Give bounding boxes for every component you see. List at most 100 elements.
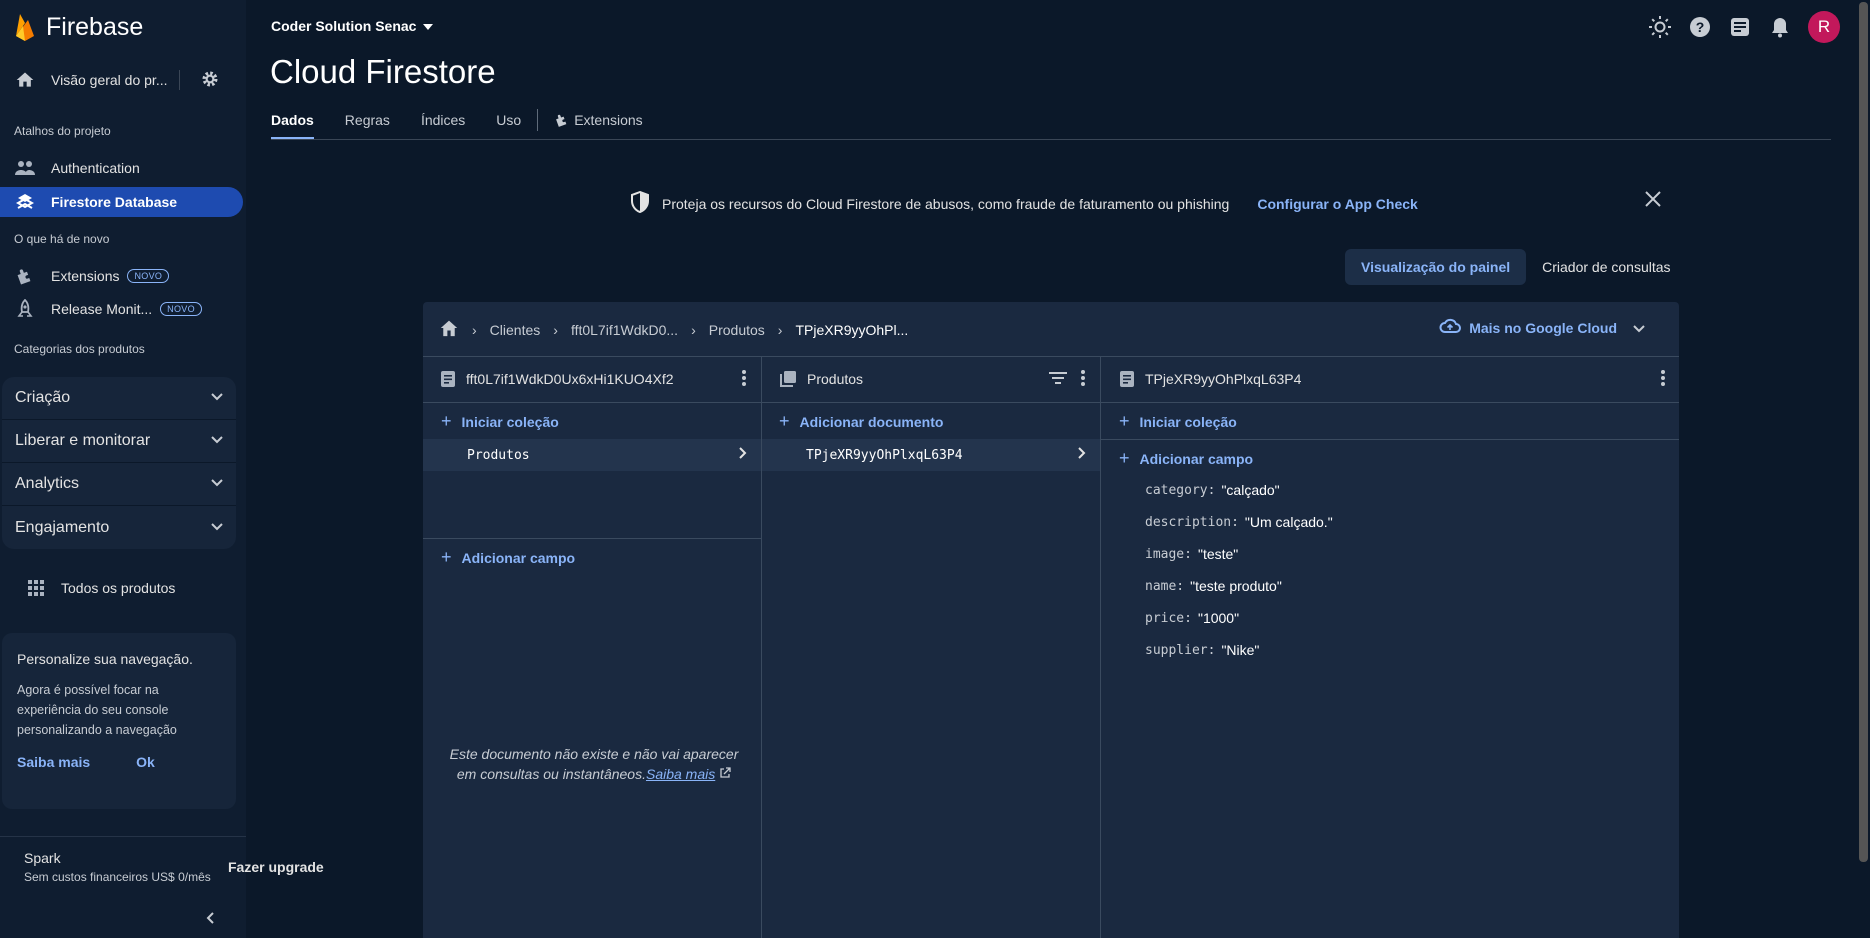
collection-header: Produtos [779, 356, 1085, 402]
chevron-down-icon [1633, 320, 1645, 336]
chevron-right-icon [739, 447, 747, 463]
sidebar-item-release-monitoring[interactable]: Release Monit... NOVO [0, 296, 246, 322]
field-value: "Nike" [1221, 642, 1260, 658]
button-label: Adicionar documento [799, 413, 944, 430]
tab-rules[interactable]: Regras [345, 112, 390, 140]
theme-sun-icon[interactable] [1648, 15, 1672, 39]
divider [423, 402, 1679, 403]
view-toggle: Visualização do painel Criador de consul… [1345, 249, 1687, 285]
document-id: TPjeXR9yyOhPlxqL63P4 [1145, 371, 1302, 387]
document-field[interactable]: price: "1000" [1145, 610, 1239, 626]
tab-usage[interactable]: Uso [496, 112, 521, 140]
ok-button[interactable]: Ok [136, 754, 155, 770]
more-vert-icon[interactable] [742, 369, 746, 389]
collection-list-item[interactable]: Produtos [423, 439, 761, 471]
more-vert-icon[interactable] [1081, 369, 1085, 389]
category-analytics[interactable]: Analytics [2, 463, 236, 506]
document-field[interactable]: description: "Um calçado." [1145, 514, 1333, 530]
field-value: "teste produto" [1190, 578, 1282, 594]
field-value: "Um calçado." [1244, 514, 1333, 530]
more-google-cloud-button[interactable]: Mais no Google Cloud [1439, 318, 1645, 337]
settings-gear-icon[interactable] [200, 69, 220, 92]
brand-name: Firebase [46, 12, 144, 41]
new-badge: NOVO [127, 269, 170, 283]
add-document-button[interactable]: + Adicionar documento [779, 411, 943, 432]
breadcrumb-item[interactable]: TPjeXR9yyOhPl... [795, 322, 908, 338]
scrollbar-thumb[interactable] [1859, 2, 1868, 862]
apps-grid-icon [24, 576, 48, 600]
filter-icon[interactable] [1049, 371, 1067, 387]
breadcrumb-item[interactable]: Produtos [709, 322, 765, 338]
category-label: Liberar e monitorar [15, 432, 151, 449]
people-icon [13, 156, 37, 180]
project-selector[interactable]: Coder Solution Senac [271, 18, 434, 34]
category-build[interactable]: Criação [2, 377, 236, 420]
data-panel: › Clientes › fft0L7if1WdkD0... › Produto… [423, 302, 1679, 938]
add-field-button[interactable]: + Adicionar campo [441, 547, 575, 568]
tab-extensions[interactable]: Extensions [554, 112, 643, 140]
document-field[interactable]: supplier: "Nike" [1145, 642, 1259, 658]
configure-app-check-link[interactable]: Configurar o App Check [1257, 196, 1418, 212]
document-field[interactable]: name: "teste produto" [1145, 578, 1282, 594]
learn-more-link[interactable]: Saiba mais [646, 766, 715, 782]
page-scrollbar[interactable] [1856, 0, 1870, 938]
user-avatar[interactable]: R [1808, 11, 1840, 43]
page-title: Cloud Firestore [270, 53, 496, 90]
firebase-flame-icon [16, 14, 34, 41]
chevron-down-icon [210, 475, 224, 493]
document-field[interactable]: category: "calçado" [1145, 482, 1280, 498]
customize-nav-card: Personalize sua navegação. Agora é possí… [2, 633, 236, 809]
notifications-bell-icon[interactable] [1768, 15, 1792, 39]
breadcrumb-item[interactable]: fft0L7if1WdkD0... [571, 322, 678, 338]
category-engagement[interactable]: Engajamento [2, 506, 236, 549]
document-list-item[interactable]: TPjeXR9yyOhPlxqL63P4 [762, 439, 1100, 471]
document-header: TPjeXR9yyOhPlxqL63P4 [1119, 356, 1665, 402]
start-collection-button[interactable]: + Iniciar coleção [1119, 411, 1237, 432]
plan-name: Spark [24, 850, 61, 866]
sidebar-item-extensions[interactable]: Extensions NOVO [0, 263, 246, 289]
upgrade-button[interactable]: Fazer upgrade [228, 859, 324, 875]
banner-text: Proteja os recursos do Cloud Firestore d… [662, 195, 1230, 212]
shortcuts-section-label: Atalhos do projeto [14, 124, 111, 138]
field-key: image: [1145, 546, 1192, 562]
external-link-icon [719, 766, 731, 782]
firebase-logo[interactable]: Firebase [14, 12, 143, 42]
sidebar-item-authentication[interactable]: Authentication [0, 155, 246, 181]
app-check-banner: Proteja os recursos do Cloud Firestore d… [630, 190, 1418, 216]
help-icon[interactable]: ? [1688, 15, 1712, 39]
collapse-sidebar-icon[interactable] [204, 911, 218, 930]
document-icon [1119, 370, 1135, 388]
tab-data[interactable]: Dados [271, 112, 314, 140]
breadcrumb-item[interactable]: Clientes [490, 322, 541, 338]
more-google-cloud-label: Mais no Google Cloud [1469, 319, 1617, 336]
more-vert-icon[interactable] [1661, 369, 1665, 389]
home-icon[interactable] [439, 319, 459, 340]
sidebar-item-label: Extensions [51, 268, 120, 284]
all-products-link[interactable]: Todos os produtos [0, 575, 246, 601]
document-field[interactable]: image: "teste" [1145, 546, 1238, 562]
home-icon [13, 68, 37, 92]
tab-indexes[interactable]: Índices [421, 112, 465, 140]
chevron-right-icon: › [472, 321, 477, 338]
field-value: "calçado" [1221, 482, 1280, 498]
start-collection-button[interactable]: + Iniciar coleção [441, 411, 559, 432]
project-overview[interactable]: Visão geral do pr... [0, 67, 246, 93]
close-icon[interactable] [1644, 190, 1662, 213]
divider [1101, 439, 1679, 440]
query-builder-button[interactable]: Criador de consultas [1526, 249, 1686, 285]
button-label: Adicionar campo [461, 549, 576, 566]
panel-view-button[interactable]: Visualização do painel [1345, 249, 1527, 285]
field-key: description: [1145, 514, 1239, 530]
feedback-icon[interactable] [1728, 15, 1752, 39]
plus-icon: + [1119, 411, 1130, 431]
add-field-button[interactable]: + Adicionar campo [1119, 448, 1253, 469]
category-release-monitor[interactable]: Liberar e monitorar [2, 420, 236, 463]
chevron-right-icon: › [777, 321, 783, 338]
chevron-down-icon [210, 519, 224, 537]
collection-icon [779, 370, 797, 388]
sidebar-item-firestore[interactable]: Firestore Database [0, 187, 243, 217]
categories-section-label: Categorias dos produtos [14, 342, 145, 356]
learn-more-link[interactable]: Saiba mais [17, 754, 90, 770]
document-id: fft0L7if1WdkD0Ux6xHi1KUO4Xf2 [466, 371, 674, 387]
plus-icon: + [441, 547, 452, 567]
